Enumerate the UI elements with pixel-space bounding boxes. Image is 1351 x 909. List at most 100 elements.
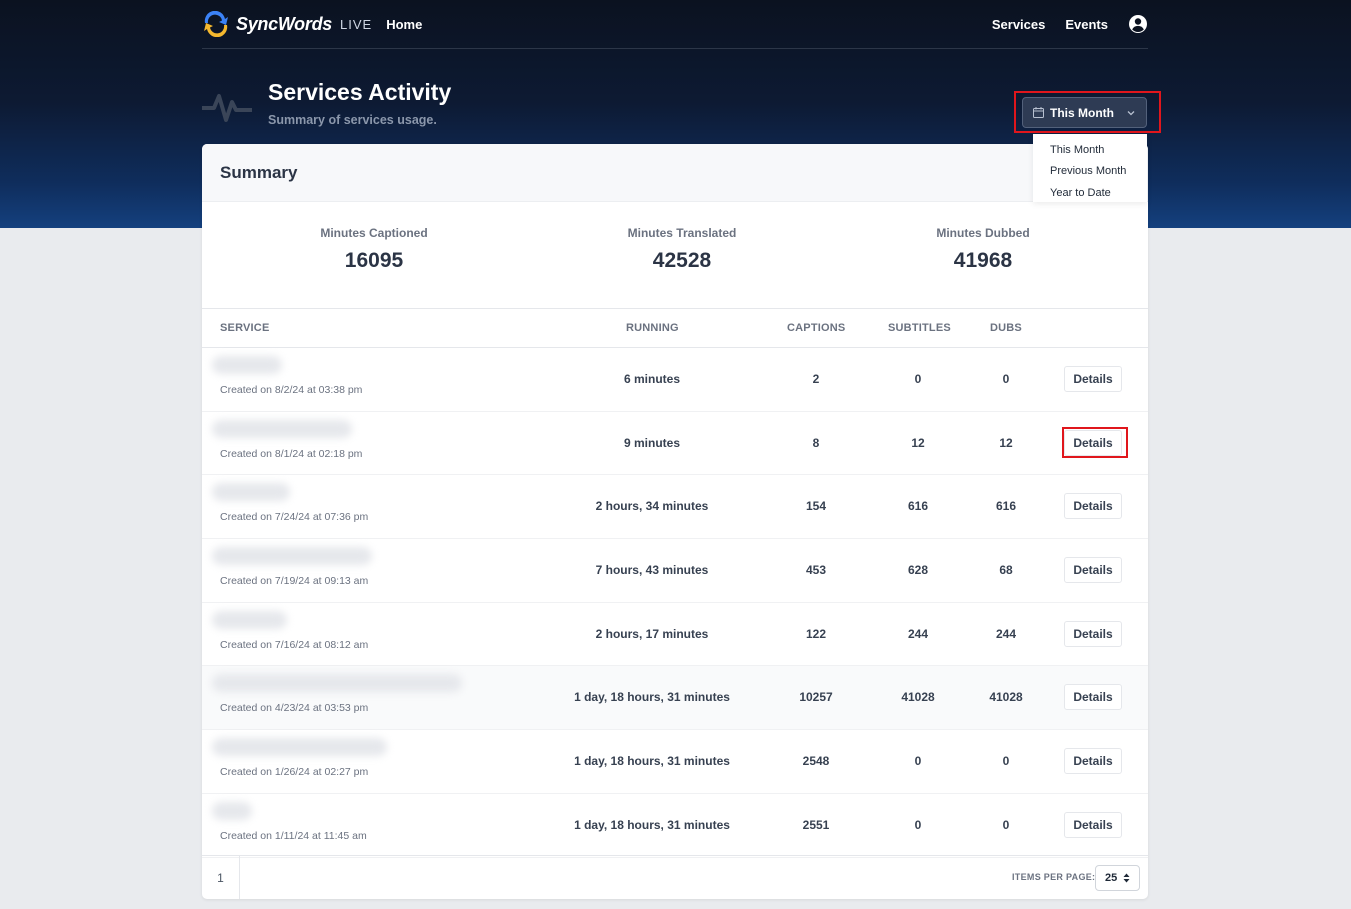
stat-label: Minutes Captioned [320,226,428,240]
pagination-page-1[interactable]: 1 [202,856,240,899]
brand-logo[interactable]: SyncWords LIVE [202,11,372,37]
captions-cell: 8 [812,435,820,450]
pulse-icon [202,94,252,122]
details-button[interactable]: Details [1064,811,1122,838]
table-row: Created on 7/16/24 at 08:12 am 2 hours, … [202,603,1148,667]
brand-name: SyncWords [236,13,332,34]
created-date: Created on 7/16/24 at 08:12 am [220,638,369,651]
running-cell: 1 day, 18 hours, 31 minutes [574,690,730,705]
stat-minutes-dubbed: Minutes Dubbed 41968 [873,226,1093,273]
table-row: Created on 7/19/24 at 09:13 am 7 hours, … [202,539,1148,603]
created-date: Created on 8/2/24 at 03:38 pm [220,384,363,396]
running-cell: 7 hours, 43 minutes [595,563,709,578]
service-name-redacted [212,356,282,374]
details-button[interactable]: Details [1064,684,1122,711]
details-button[interactable]: Details [1064,366,1122,392]
nav-home-link[interactable]: Home [386,17,422,32]
stat-value: 41968 [953,249,1013,272]
running-cell: 6 minutes [623,372,680,386]
service-name-redacted [212,419,352,438]
chevron-down-icon [1127,110,1135,115]
details-button[interactable]: Details [1064,620,1122,647]
subtitles-cell: 244 [907,626,929,641]
subtitles-cell: 0 [914,817,922,832]
captions-cell: 10257 [799,690,833,705]
subtitles-cell: 12 [911,435,925,450]
running-cell: 2 hours, 34 minutes [595,499,709,514]
dubs-cell: 0 [1002,372,1010,386]
summary-card: Summary Minutes Captioned 16095 Minutes … [202,144,1148,899]
items-per-page-value: 25 [1105,872,1118,884]
dubs-cell: 0 [1002,754,1010,769]
sort-icon [1123,873,1130,883]
subtitles-cell: 616 [907,499,929,514]
summary-title: Summary [202,144,1148,202]
captions-cell: 154 [805,499,827,514]
user-icon[interactable] [1128,14,1148,34]
subtitles-cell: 628 [907,563,929,578]
logo-icon [204,11,228,37]
stat-minutes-translated: Minutes Translated 42528 [572,226,792,273]
page-subtitle: Summary of services usage. [268,113,437,127]
captions-cell: 453 [805,563,827,578]
menu-item-this-month[interactable]: This Month [1033,139,1147,161]
table-row: Created on 4/23/24 at 03:53 pm 1 day, 18… [202,666,1148,731]
service-name-redacted [212,801,252,820]
page-title: Services Activity [268,79,452,105]
running-cell: 1 day, 18 hours, 31 minutes [574,817,730,832]
page-header: Services Activity Summary of services us… [202,78,451,130]
service-name-redacted [212,610,287,629]
top-navbar: SyncWords LIVE Home Services Events [202,0,1148,49]
date-range-selected: This Month [1050,105,1114,120]
brand-suffix: LIVE [340,16,373,32]
captions-cell: 2548 [802,754,830,769]
created-date: Created on 7/24/24 at 07:36 pm [220,511,369,524]
column-header-captions: CAPTIONS [787,322,846,334]
table-footer: 1 ITEMS PER PAGE: 25 [202,855,1148,899]
items-per-page-label: ITEMS PER PAGE: [1012,872,1096,882]
column-header-service: SERVICE [220,322,270,334]
stat-label: Minutes Dubbed [936,226,1030,240]
dubs-cell: 12 [999,435,1013,450]
date-range-dropdown[interactable]: This Month [1022,97,1147,128]
summary-stats: Minutes Captioned 16095 Minutes Translat… [202,202,1148,309]
running-cell: 9 minutes [623,435,680,450]
dubs-cell: 41028 [989,690,1023,705]
services-table-body: Created on 8/2/24 at 03:38 pm 6 minutes … [202,348,1148,858]
created-date: Created on 4/23/24 at 03:53 pm [220,702,369,715]
running-cell: 1 day, 18 hours, 31 minutes [574,754,730,769]
created-date: Created on 7/19/24 at 09:13 am [220,575,369,588]
created-date: Created on 8/1/24 at 02:18 pm [220,447,363,460]
details-button[interactable]: Details [1064,493,1122,520]
service-name-redacted [212,674,462,693]
dubs-cell: 68 [999,563,1013,578]
dubs-cell: 244 [995,626,1017,641]
captions-cell: 2 [812,372,820,386]
column-header-dubs: DUBS [990,322,1022,334]
nav-events-link[interactable]: Events [1065,17,1108,32]
captions-cell: 122 [805,626,827,641]
dubs-cell: 616 [995,499,1017,514]
table-row: Created on 7/24/24 at 07:36 pm 2 hours, … [202,475,1148,540]
created-date: Created on 1/26/24 at 02:27 pm [220,766,369,779]
date-range-menu: This Month Previous Month Year to Date [1033,134,1147,202]
table-row: Created on 8/2/24 at 03:38 pm 6 minutes … [202,348,1148,412]
stat-label: Minutes Translated [627,226,737,240]
table-header: SERVICE RUNNING CAPTIONS SUBTITLES DUBS [202,309,1148,348]
menu-item-year-to-date[interactable]: Year to Date [1033,182,1147,204]
menu-item-previous-month[interactable]: Previous Month [1033,161,1147,183]
details-button[interactable]: Details [1064,748,1122,775]
column-header-running: RUNNING [626,322,679,334]
items-per-page-select[interactable]: 25 [1095,865,1140,891]
table-row: Created on 8/1/24 at 02:18 pm 9 minutes … [202,412,1148,476]
column-header-subtitles: SUBTITLES [888,322,951,334]
details-button[interactable]: Details [1064,557,1122,584]
subtitles-cell: 41028 [901,690,935,705]
running-cell: 2 hours, 17 minutes [595,626,709,641]
service-name-redacted [212,547,372,566]
service-name-redacted [212,738,387,757]
subtitles-cell: 0 [914,372,922,386]
nav-services-link[interactable]: Services [992,17,1046,32]
details-button[interactable]: Details [1064,429,1122,456]
dubs-cell: 0 [1002,817,1010,832]
